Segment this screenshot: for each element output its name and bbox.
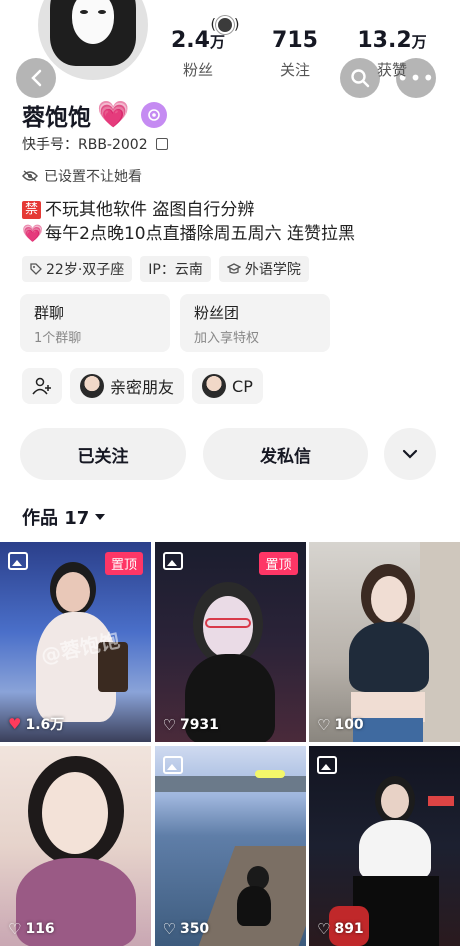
tag-icon (30, 263, 42, 275)
like-count: ♡ 116 (8, 920, 55, 938)
stat-unit: 万 (209, 33, 225, 51)
image-post-icon (8, 552, 28, 570)
stat-fans[interactable]: 2.4万 粉丝 (153, 28, 243, 80)
work-tile[interactable]: ♡ 116 (0, 746, 151, 946)
bio-line: 每午2点晚10点直播除周五周六 连赞拉黑 (45, 224, 356, 244)
work-tile[interactable]: ♡ 891 (309, 746, 460, 946)
profile-name: 蓉饱饱 💗 (22, 98, 168, 132)
like-count: ♡ 891 (317, 920, 364, 938)
pinned-badge: 置顶 (104, 552, 143, 575)
image-post-icon (162, 552, 183, 570)
add-friend-button[interactable] (22, 368, 62, 404)
works-label: 作品 17 (22, 508, 90, 529)
cp-chip[interactable]: CP (192, 368, 263, 404)
close-friends-chip[interactable]: 亲密朋友 (70, 368, 185, 404)
heart-outline-icon: ♡ (162, 920, 176, 938)
card-subtitle: 加入享特权 (194, 331, 260, 346)
stat-likes[interactable]: 13.2万 获赞 (347, 28, 437, 80)
add-user-icon (32, 377, 51, 395)
card-title: 粉丝团 (194, 304, 240, 322)
copy-icon[interactable] (155, 138, 168, 150)
ban-tag-icon: 禁 (22, 201, 42, 219)
tag-text: 外语学院 (244, 262, 301, 278)
back-button[interactable] (16, 58, 56, 98)
tag-text: 22岁·双子座 (46, 262, 125, 278)
graduation-cap-icon (226, 263, 241, 274)
button-label: 发私信 (260, 446, 311, 467)
eye-off-icon (22, 170, 38, 182)
stat-label: 关注 (279, 61, 310, 79)
fan-club-card[interactable]: 粉丝团 加入享特权 (180, 294, 330, 352)
heart-outline-icon: ♡ (162, 716, 176, 734)
chevron-down-icon (402, 449, 418, 459)
button-label: 已关注 (77, 446, 129, 467)
privacy-text: 已设置不让她看 (44, 169, 142, 185)
works-tab[interactable]: 作品 17 (22, 504, 106, 530)
bio: 禁不玩其他软件 盗图自行分辨 💗 每午2点晚10点直播除周五周六 连赞拉黑 (22, 198, 355, 246)
stat-label: 获赞 (376, 61, 407, 79)
stat-value: 2.4 (171, 28, 210, 53)
heart-emoji-icon: 💗 (97, 100, 130, 130)
heart-outline-icon: ♡ (317, 716, 331, 734)
chevron-left-icon (31, 69, 42, 87)
avatar-eye (98, 10, 106, 14)
like-count: ♥ 1.6万 (8, 715, 65, 733)
image-post-icon (317, 756, 337, 774)
tag-ip[interactable]: IP：云南 (140, 256, 211, 282)
group-chat-card[interactable]: 群聊 1个群聊 (20, 294, 170, 352)
work-tile[interactable]: ♡ 100 (309, 542, 460, 742)
send-message-button[interactable]: 发私信 (203, 428, 368, 480)
heart-outline-icon: ♡ (317, 920, 331, 938)
avatar-eye (80, 10, 88, 14)
heart-filled-icon: ♥ (8, 715, 22, 733)
card-subtitle: 1个群聊 (34, 331, 82, 346)
followed-button[interactable]: 已关注 (20, 428, 186, 480)
friends-row: 亲密朋友 CP (22, 368, 263, 404)
profile-avatar[interactable] (38, 0, 148, 80)
like-count: ♡ 350 (162, 920, 210, 938)
stat-label: 粉丝 (182, 61, 213, 79)
user-id: 快手号：RBB-2002 (22, 134, 168, 154)
stat-value: 13.2 (357, 28, 412, 53)
like-count: ♡ 100 (317, 716, 364, 734)
profile-tags: 22岁·双子座 IP：云南 外语学院 (22, 256, 309, 282)
privacy-note: 已设置不让她看 (22, 166, 142, 186)
work-tile[interactable]: 置顶 ♡ 7931 (154, 542, 306, 742)
friend-avatar (80, 374, 104, 398)
heart-emoji-icon: 💗 (22, 224, 44, 244)
chip-label: 亲密朋友 (110, 378, 175, 397)
stat-value: 715 (272, 28, 318, 53)
card-title: 群聊 (34, 304, 65, 322)
work-tile[interactable]: @蓉饱饱 置顶 ♥ 1.6万 (0, 542, 151, 742)
heart-outline-icon: ♡ (8, 920, 22, 938)
pinned-badge: 置顶 (259, 552, 298, 575)
stat-unit: 万 (411, 33, 427, 51)
name-text: 蓉饱饱 (22, 105, 91, 131)
like-count: ♡ 7931 (162, 716, 219, 734)
stat-following[interactable]: 715 关注 (250, 28, 340, 80)
bio-line: 不玩其他软件 盗图自行分辨 (45, 200, 255, 220)
user-id-text: 快手号：RBB-2002 (22, 137, 148, 153)
works-grid: @蓉饱饱 置顶 ♥ 1.6万 置顶 ♡ 7931 ♡ 100 ♡ 116 ♡ 350 (0, 542, 460, 946)
friend-avatar (202, 374, 227, 398)
image-post-icon (162, 756, 183, 774)
tag-text: IP：云南 (148, 262, 203, 278)
level-badge-icon[interactable] (141, 102, 168, 128)
chip-label: CP (232, 376, 253, 396)
tag-school[interactable]: 外语学院 (218, 256, 309, 282)
expand-button[interactable] (384, 428, 436, 480)
tag-age[interactable]: 22岁·双子座 (22, 256, 133, 282)
caret-down-icon (95, 514, 106, 520)
work-tile[interactable]: ♡ 350 (154, 746, 306, 946)
